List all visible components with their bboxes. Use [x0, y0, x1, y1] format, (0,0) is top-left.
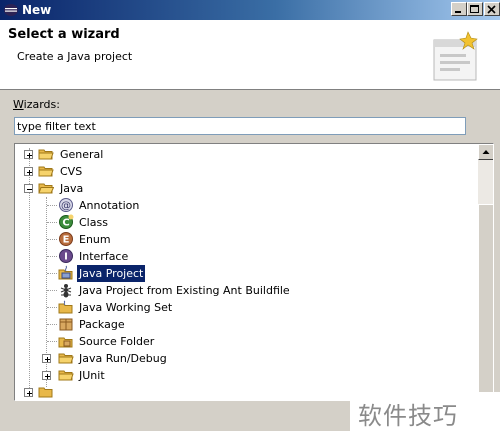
tree-item-label: Enum — [79, 233, 111, 246]
svg-text:E: E — [63, 235, 70, 246]
ant-icon — [60, 284, 72, 298]
tree-item-label: Java Working Set — [79, 301, 173, 314]
close-button[interactable] — [484, 2, 500, 16]
tree-item-java-project[interactable]: Java Project — [15, 265, 475, 282]
svg-text:@: @ — [61, 201, 71, 212]
tree-item-interface[interactable]: I Interface — [15, 248, 475, 265]
arrow-up-icon — [482, 150, 490, 154]
tree-item-java[interactable]: Java — [15, 180, 475, 197]
filter-input[interactable] — [14, 117, 466, 135]
tree-item-cvs[interactable]: CVS — [15, 163, 475, 180]
tree-item-package[interactable]: Package — [15, 316, 475, 333]
tree-item-general[interactable]: General — [15, 146, 475, 163]
folder-icon — [38, 149, 54, 160]
minimize-button[interactable] — [451, 2, 467, 16]
collapse-icon[interactable] — [24, 184, 33, 193]
folder-icon — [38, 166, 54, 177]
window-title: New — [22, 3, 52, 17]
tree-item-label: CVS — [60, 165, 83, 178]
tree-item-class[interactable]: C Class — [15, 214, 475, 231]
close-icon — [487, 5, 496, 14]
wizard-banner-icon — [433, 31, 478, 81]
tree-item-ant-project[interactable]: Java Project from Existing Ant Buildfile — [15, 282, 475, 299]
page-description: Create a Java project — [17, 50, 133, 63]
dialog-bottom — [0, 401, 350, 431]
tree-item-source-folder[interactable]: Source Folder — [15, 333, 475, 350]
expand-icon[interactable] — [24, 150, 33, 159]
tree-item-label: Source Folder — [79, 335, 155, 348]
tree-item-label: JUnit — [79, 369, 105, 382]
page-title: Select a wizard — [8, 27, 120, 42]
tree-item-label: Interface — [79, 250, 129, 263]
maximize-button[interactable] — [467, 2, 483, 16]
enum-icon: E — [59, 232, 73, 246]
maximize-icon — [470, 5, 479, 13]
title-bar: New — [0, 0, 500, 20]
tree-item-label: Java Run/Debug — [79, 352, 167, 365]
interface-icon: I — [59, 249, 73, 263]
tree-item-run-debug[interactable]: Java Run/Debug — [15, 350, 475, 367]
tree-item-annotation[interactable]: @ Annotation — [15, 197, 475, 214]
expand-icon[interactable] — [42, 371, 51, 380]
folder-icon — [58, 370, 74, 381]
package-icon — [59, 318, 73, 331]
tree-item-enum[interactable]: E Enum — [15, 231, 475, 248]
tree-item-working-set[interactable]: Java Working Set — [15, 299, 475, 316]
folder-icon — [58, 353, 74, 364]
tree-item-label: Package — [79, 318, 125, 331]
scroll-thumb[interactable] — [478, 204, 493, 394]
svg-text:I: I — [64, 252, 68, 263]
tree-item-label: General — [60, 148, 104, 161]
svg-text:C: C — [62, 218, 69, 229]
expand-icon[interactable] — [42, 354, 51, 363]
tree-item-label-selected: Java Project — [77, 265, 146, 282]
tree-item-label: Class — [79, 216, 108, 229]
working-set-icon — [58, 300, 73, 314]
watermark: 软件技巧 — [350, 392, 500, 431]
tree-item-junit[interactable]: JUnit — [15, 367, 475, 384]
eclipse-icon — [4, 4, 18, 16]
wizard-header: Select a wizard Create a Java project — [0, 20, 500, 90]
expand-icon[interactable] — [24, 167, 33, 176]
tree-item-label: Java — [60, 182, 84, 195]
wizards-label: Wizards: — [13, 98, 60, 111]
source-folder-icon — [58, 337, 73, 348]
folder-open-icon — [38, 183, 54, 194]
tree-item-label: Java Project from Existing Ant Buildfile — [79, 284, 290, 297]
tree-item-label: Annotation — [79, 199, 140, 212]
scroll-up-button[interactable] — [478, 144, 493, 160]
minimize-icon — [455, 11, 461, 13]
watermark-text: 软件技巧 — [358, 402, 458, 430]
wizard-tree[interactable]: General CVS Java @ Annotation C Class E … — [14, 143, 494, 401]
java-project-icon — [58, 265, 73, 280]
expand-icon[interactable] — [24, 388, 33, 397]
folder-icon — [38, 387, 53, 398]
class-icon: C — [59, 214, 74, 229]
annotation-icon: @ — [59, 198, 73, 212]
tree-scrollbar[interactable] — [478, 144, 493, 400]
